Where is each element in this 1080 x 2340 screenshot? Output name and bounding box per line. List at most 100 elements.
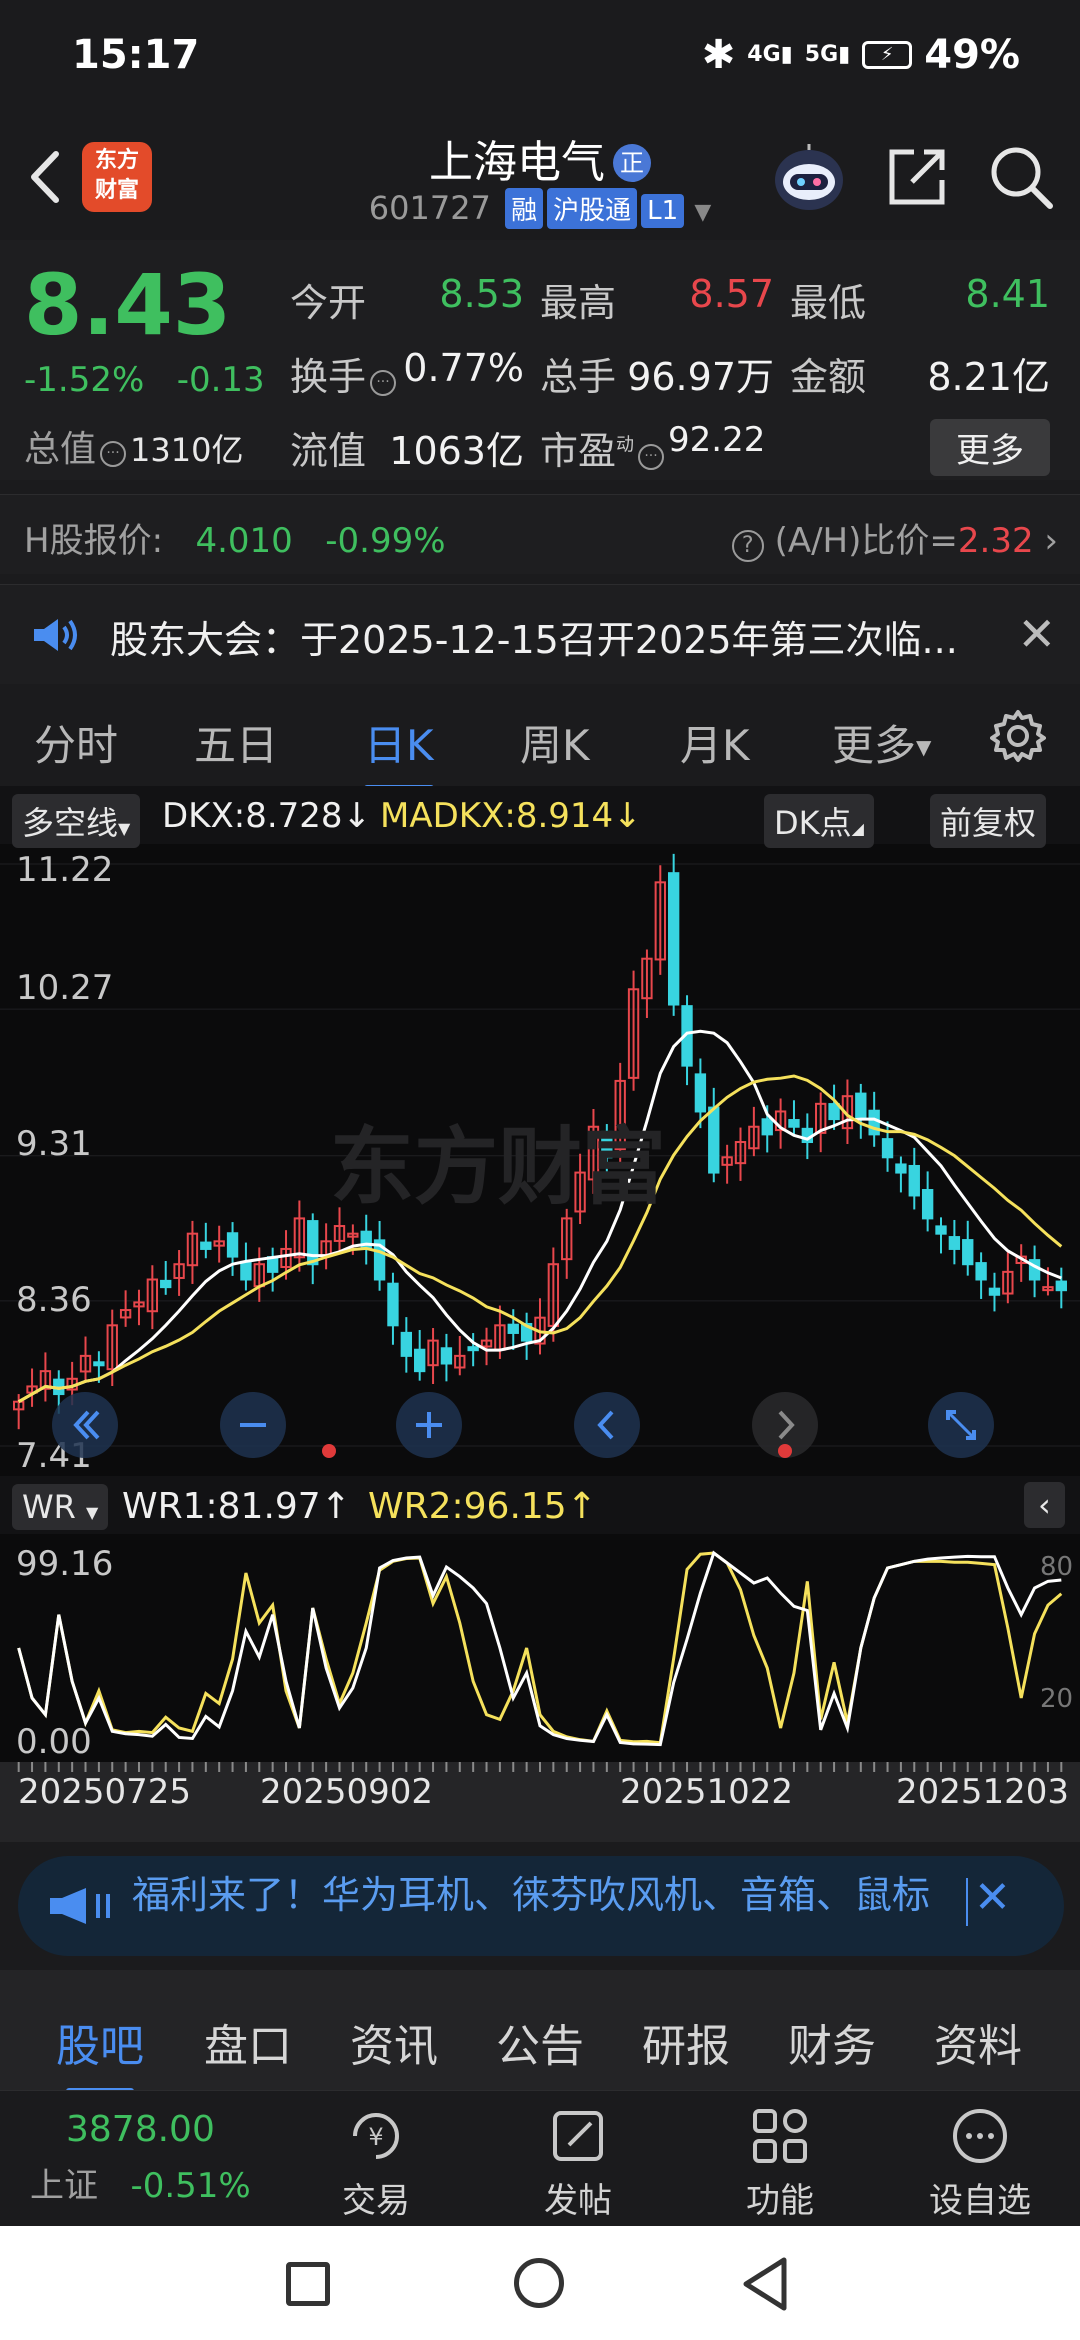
wr-chart[interactable] [0, 1534, 1080, 1762]
tag-margin: 融 [505, 188, 544, 229]
index-value: 3878.00 [66, 2109, 215, 2150]
high-label: 最高 [540, 280, 617, 325]
candle [360, 1230, 372, 1250]
fast-rewind-button[interactable] [52, 1392, 118, 1462]
wr1-value: WR1:81.97↑ [122, 1486, 351, 1527]
grid-icon [753, 2109, 807, 2163]
zoom-in-button[interactable] [396, 1392, 462, 1462]
change-abs: -0.13 [176, 360, 265, 400]
index-change: -0.51% [130, 2166, 251, 2206]
help-icon: ? [731, 530, 764, 562]
tab-announcements[interactable]: 公告 [496, 2010, 584, 2074]
add-watchlist-button[interactable]: 设自选 [900, 2105, 1060, 2222]
promo-banner[interactable]: 福利来了！华为耳机、徕芬吹风机、音箱、鼠标 ✕ [0, 1842, 1080, 1970]
tab-research[interactable]: 研报 [642, 2010, 730, 2074]
quote-row-2: 换手 ··· 0.77% 总手 96.97万 金额 8.21亿 [290, 336, 1065, 410]
indicator-label: 多空线 [22, 804, 119, 842]
candle [307, 1220, 319, 1266]
tab-monthly-k[interactable]: 月K [680, 712, 750, 773]
last-price: 8.43 [24, 256, 232, 354]
tab-orderbook[interactable]: 盘口 [204, 2010, 292, 2074]
collapse-button[interactable]: ‹ [1024, 1482, 1065, 1528]
candle [93, 1361, 105, 1367]
index-ticker[interactable]: 3878.00 上证 -0.51% [30, 2109, 251, 2207]
yen-icon: ¥ [353, 2113, 399, 2159]
zoom-out-button[interactable] [220, 1392, 286, 1462]
candle [962, 1239, 974, 1266]
gear-icon[interactable] [990, 708, 1046, 768]
tab-more[interactable]: 更多▼ [832, 712, 931, 773]
share-icon[interactable] [884, 144, 950, 210]
turnover-cell[interactable]: 换手 ··· 0.77% [290, 346, 540, 401]
ah-ratio-label: (A/H)比价= [774, 521, 958, 561]
back-nav-icon[interactable] [740, 2256, 790, 2316]
tab-finance[interactable]: 财务 [788, 2010, 876, 2074]
more-button[interactable]: 更多 [930, 418, 1050, 476]
date-tick-2: 20250902 [260, 1772, 434, 1812]
candle [921, 1189, 934, 1220]
caret-down-icon: ▼ [86, 1503, 99, 1522]
period-tabs: 分时 五日 日K 周K 月K 更多▼ [0, 690, 1080, 791]
trade-button[interactable]: ¥ 交易 [296, 2105, 456, 2222]
stock-name: 上海电气 [429, 137, 605, 188]
tab-five-day[interactable]: 五日 [194, 712, 278, 773]
search-icon[interactable] [988, 144, 1054, 210]
ai-robot-icon[interactable] [770, 142, 848, 216]
candle [948, 1236, 961, 1250]
watermark: 东方财富 [330, 1118, 667, 1216]
post-button[interactable]: 发帖 [498, 2105, 658, 2222]
h-share-row[interactable]: H股报价: 4.010 -0.99% ? (A/H)比价=2.32 › [0, 494, 1080, 574]
edit-icon [553, 2111, 603, 2161]
home-icon[interactable] [514, 2258, 564, 2308]
status-icons: ✱ 4G▮ 5G▮ ⚡ 49% [702, 32, 1020, 78]
red-dot-marker [322, 1444, 336, 1458]
tab-forum[interactable]: 股吧 [56, 2010, 144, 2094]
battery-icon: ⚡ [862, 41, 913, 69]
total-value[interactable]: 总值 ··· 1310亿 [24, 420, 243, 472]
pe-cell[interactable]: 市盈动··· 92.22 [540, 420, 790, 475]
wr-select[interactable]: WR ▼ [12, 1484, 109, 1530]
badge-icon: 正 [613, 144, 651, 182]
close-icon[interactable]: ✕ [1017, 607, 1056, 661]
h-share-change: -0.99% [325, 521, 446, 561]
total-value-label: 总值 [24, 429, 97, 470]
candle [240, 1260, 252, 1281]
tab-profile[interactable]: 资料 [934, 2010, 1022, 2074]
tab-intraday[interactable]: 分时 [34, 712, 118, 773]
stock-header: 东方 财富 上海电气正 601727 融沪股通 L1 ▼ [0, 118, 1080, 240]
wr-bottom-tick: 0.00 [16, 1722, 92, 1762]
recents-icon[interactable] [286, 2262, 330, 2306]
y-tick-2: 10.27 [16, 968, 114, 1008]
tab-news[interactable]: 资讯 [350, 2010, 438, 2074]
candle [467, 1346, 479, 1352]
open-cell: 今开 8.53 [290, 272, 540, 327]
indicator-select[interactable]: 多空线▼ [12, 794, 141, 848]
functions-button[interactable]: 功能 [700, 2105, 860, 2222]
tag-connect: 沪股通 [547, 188, 638, 229]
prev-button[interactable] [574, 1392, 640, 1462]
adjust-button[interactable]: 前复权 [930, 794, 1047, 848]
tab-daily-k[interactable]: 日K [364, 712, 434, 791]
candle [855, 1092, 867, 1121]
candle [414, 1348, 426, 1373]
content-tabs: 股吧 盘口 资讯 公告 研报 财务 资料 [0, 1970, 1080, 2094]
h-share-quote: H股报价: 4.010 -0.99% [24, 513, 446, 562]
high-value: 8.57 [689, 271, 774, 316]
wr-20-tick: 20 [1040, 1684, 1074, 1714]
tab-weekly-k[interactable]: 周K [520, 712, 590, 773]
amount-value: 8.21亿 [927, 354, 1050, 399]
close-icon[interactable]: ✕ [974, 1872, 1011, 1923]
dk-point-button[interactable]: DK点◢ [764, 794, 874, 848]
tag-level: L1 [641, 194, 685, 228]
functions-label: 功能 [746, 2181, 814, 2221]
status-time: 15:17 [72, 32, 200, 78]
high-cell: 最高 8.57 [540, 272, 790, 327]
notice-bar[interactable]: 股东大会：于2025-12-15召开2025年第三次临... ✕ [0, 584, 1080, 684]
date-axis: 20250725 20250902 20251022 20251203 [0, 1762, 1080, 1842]
candle [975, 1262, 987, 1281]
madkx-value: MADKX:8.914↓ [380, 796, 642, 836]
fullscreen-button[interactable] [928, 1392, 994, 1462]
ah-ratio[interactable]: ? (A/H)比价=2.32 › [731, 513, 1058, 562]
post-label: 发帖 [544, 2181, 612, 2221]
caret-down-icon: ▼ [916, 735, 932, 759]
